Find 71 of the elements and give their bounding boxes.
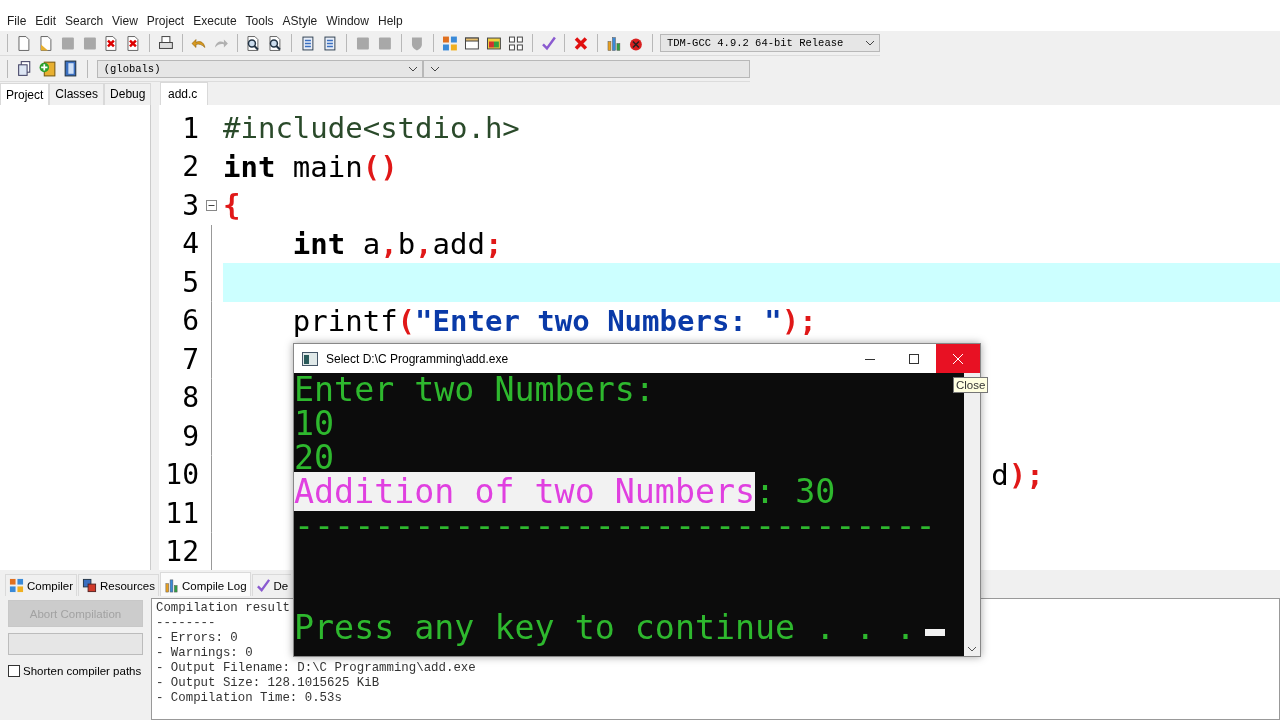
menu-item[interactable]: Tools [242, 14, 280, 28]
console-line: -------------------------------- [294, 509, 936, 543]
menu-item[interactable]: Edit [32, 14, 63, 28]
line-number: 12 [164, 535, 199, 569]
copy-icon [82, 578, 97, 593]
file-tab[interactable]: add.c [160, 82, 209, 105]
code-line: printf("Enter two Numbers: "); [292, 303, 817, 338]
scope-dropdown[interactable]: (globals) [96, 59, 424, 78]
menu-item[interactable]: Help [374, 14, 409, 28]
maximize-icon [909, 353, 919, 364]
grid-icon [9, 578, 24, 593]
console-line: Press any key to continue . . . [294, 611, 916, 645]
caret-icon [864, 40, 875, 46]
code-line: int a,b,add; [292, 226, 503, 261]
menu-item[interactable]: File [4, 14, 33, 28]
menu-item[interactable]: AStyle [279, 14, 324, 28]
line-number: 8 [181, 381, 199, 415]
panel-tab[interactable]: Debug [104, 83, 152, 105]
close-icon [953, 353, 963, 364]
add-icon[interactable] [37, 59, 57, 78]
log-line: Compilation result [156, 601, 290, 615]
scroll-down-icon[interactable] [967, 646, 977, 652]
code-line: { [223, 188, 241, 223]
list-icon[interactable] [299, 33, 317, 53]
panel-tab[interactable]: Project [0, 83, 50, 105]
list-icon[interactable] [321, 33, 339, 53]
panel-tab[interactable]: Classes [49, 83, 105, 105]
line-number: 2 [181, 150, 199, 184]
check-icon [255, 578, 271, 593]
line-number: 10 [164, 458, 199, 492]
console-icon [302, 351, 318, 366]
checkbox[interactable] [8, 665, 20, 677]
line-number: 9 [181, 419, 199, 453]
line-number: 7 [181, 342, 199, 376]
code-line: int main() [223, 149, 398, 184]
menu-item[interactable]: Search [62, 14, 110, 28]
line-number: 1 [181, 111, 199, 145]
line-number: 6 [181, 304, 199, 338]
console-line: Addition of two Numbers: 30 [294, 475, 836, 509]
log-line: - Output Filename: D:\C Programming\add.exe [156, 661, 476, 675]
panel-tab[interactable]: Compiler [5, 574, 77, 596]
panel-tab[interactable]: De [251, 574, 292, 596]
menu-item[interactable]: Project [143, 14, 191, 28]
checkbox-label: Shorten compiler paths [23, 665, 142, 677]
log-line: - Warnings: 0 [156, 646, 253, 660]
menu-item[interactable]: Execute [190, 14, 243, 28]
compiler-dropdown[interactable]: TDM-GCC 4.9.2 64-bit Release [659, 34, 880, 52]
menu-item[interactable]: Window [323, 14, 375, 28]
log-line: - Output Size: 128.1015625 KiB [156, 676, 380, 690]
log-line: -------- [156, 616, 216, 630]
line-number: 4 [181, 227, 199, 261]
bar-chart-icon [164, 578, 179, 593]
menu-item[interactable]: View [109, 14, 144, 28]
caret-icon [408, 65, 419, 72]
line-number: 3 [181, 188, 199, 222]
collapse-icon[interactable] [205, 199, 217, 211]
panel-tab[interactable]: Compile Log [160, 572, 251, 596]
code-line: #include<stdio.h> [223, 111, 520, 146]
line-number: 11 [164, 496, 199, 530]
grid-icon[interactable] [506, 33, 525, 53]
line-number: 5 [181, 265, 199, 299]
caret-icon [430, 65, 441, 72]
console-line: 20 [294, 441, 335, 475]
console-line: 10 [294, 407, 335, 441]
log-line: - Errors: 0 [156, 631, 238, 645]
panel-tab[interactable]: Resources [78, 574, 159, 596]
log-line: - Compilation Time: 0.53s [156, 691, 342, 705]
code-line: d); [991, 457, 1044, 492]
console-line: Enter two Numbers: [294, 373, 655, 407]
tooltip: Close [953, 377, 989, 393]
window-title: Select D:\C Programming\add.exe [326, 351, 510, 366]
